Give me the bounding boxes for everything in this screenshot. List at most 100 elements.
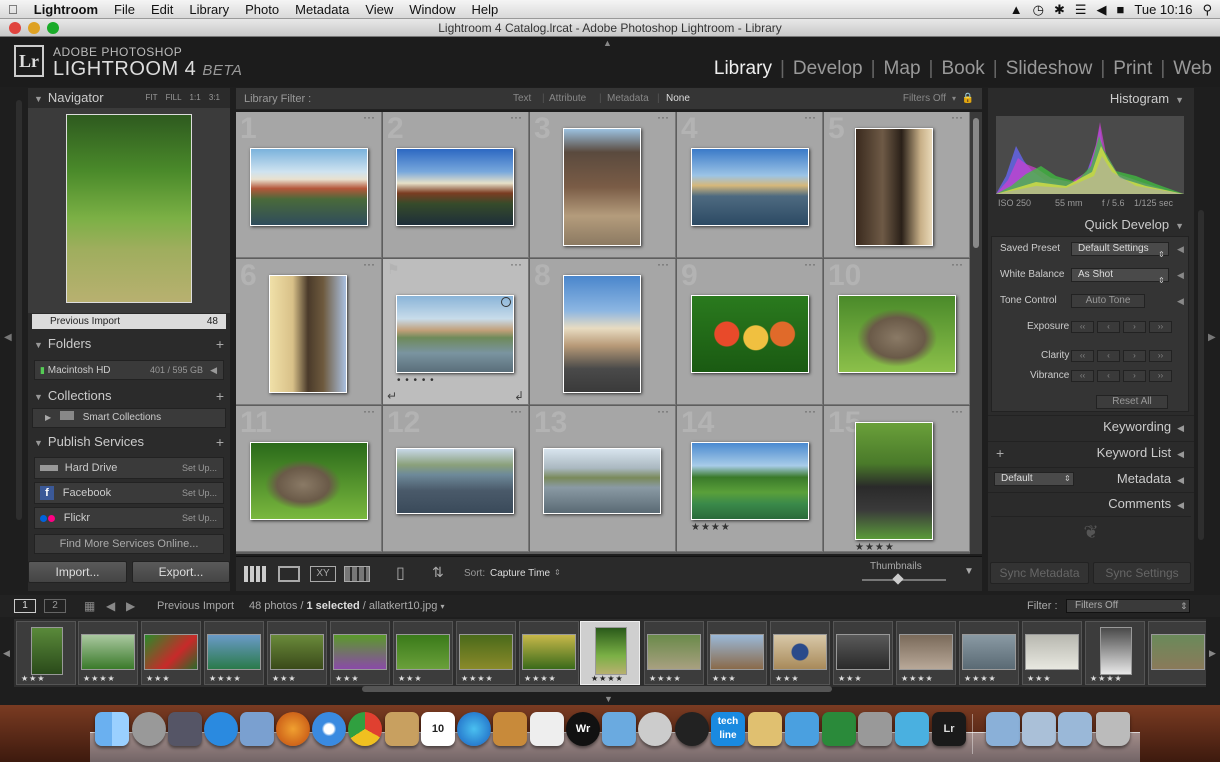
filmstrip-rating[interactable]: ★★★ [1027,674,1052,683]
cell-menu-icon[interactable]: ··· [510,404,522,418]
firefox-icon[interactable] [276,712,310,746]
keywording-header[interactable]: Keywording ◀ [988,415,1194,437]
filmstrip-rating[interactable]: ★★★★ [964,674,997,683]
zoom-fill[interactable]: FILL [166,93,182,102]
filmstrip-thumbnail[interactable] [1100,627,1132,675]
grid-cell[interactable]: 10 ··· [824,257,970,405]
filmstrip-scrollbar[interactable] [362,686,832,692]
histogram-header[interactable]: Histogram ▼ [988,88,1194,110]
zoom-1-1[interactable]: 1:1 [190,93,201,102]
module-book[interactable]: Book [933,58,992,80]
service-flickr-setup[interactable]: Set Up... [182,508,217,528]
rotate-left-icon[interactable]: ↵ [387,389,397,403]
histogram-chart[interactable] [996,116,1184,194]
grid-cell[interactable]: 9 ··· [677,257,823,405]
primary-window-button[interactable]: 1 [14,599,36,613]
apple-icon[interactable]:  [0,2,26,17]
menu-photo[interactable]: Photo [237,2,287,17]
auto-tone-button[interactable]: Auto Tone [1071,294,1145,308]
filmstrip-cell[interactable]: ★★★ [707,621,767,685]
thumbnail-image[interactable] [563,275,641,393]
loupe-view-icon[interactable] [278,566,300,582]
cube-icon[interactable] [785,712,819,746]
cell-menu-icon[interactable]: ··· [804,112,816,124]
collapse-right-icon[interactable]: ▶ [1208,332,1216,343]
script-editor-icon[interactable] [530,712,564,746]
cell-menu-icon[interactable]: ··· [804,404,816,418]
safari-icon[interactable] [312,712,346,746]
cell-menu-icon[interactable]: ··· [804,257,816,271]
compare-view-icon[interactable]: XY [310,566,336,582]
system-preferences-icon[interactable] [858,712,892,746]
grid-scrollbar[interactable] [970,112,982,554]
grid-cell[interactable]: 12 ··· [383,404,529,552]
filmstrip-thumbnail[interactable] [899,634,953,670]
vibrance-double-right-button[interactable]: ›› [1149,370,1172,382]
techline-icon[interactable]: tech line [711,712,745,746]
sync-settings-button[interactable]: Sync Settings [1093,562,1191,584]
grid-cell[interactable]: 11 ··· [236,404,382,552]
service-hard-drive[interactable]: Hard Drive Set Up... [34,457,224,479]
thumbnail-image[interactable] [269,275,347,393]
grid-cell[interactable]: 3 ··· [530,112,676,258]
service-hard-drive-setup[interactable]: Set Up... [182,458,217,478]
dropbox-icon[interactable]: ▲ [1010,2,1023,17]
grid-mini-icon[interactable]: ▦ [84,595,95,617]
clarity-right-button[interactable]: › [1123,350,1146,362]
disk-utility-icon[interactable] [638,712,672,746]
documents-folder-icon[interactable] [1022,712,1056,746]
grid-cell[interactable]: 14 ··· ★★★★ [677,404,823,552]
folders-header[interactable]: ▼ Folders + [28,334,230,354]
itunes-icon[interactable] [457,712,491,746]
launchpad-icon[interactable] [132,712,166,746]
cell-menu-icon[interactable]: ··· [510,112,522,124]
filmstrip-thumbnail[interactable] [396,634,450,670]
thumbnail-image[interactable] [250,442,368,520]
exposure-double-right-button[interactable]: ›› [1149,321,1172,333]
flag-icon[interactable]: ⚑ [387,261,400,278]
cell-menu-icon[interactable]: ··· [363,404,375,418]
spray-can-icon[interactable]: ▯ [396,563,405,583]
filmstrip-thumbnail[interactable] [647,634,701,670]
filmstrip-rating[interactable]: ★★★ [21,674,46,683]
expand-triangle-icon[interactable]: ▶ [45,413,51,422]
applications-folder-icon[interactable] [986,712,1020,746]
module-map[interactable]: Map [876,58,929,80]
toolbar-menu-icon[interactable]: ▼ [964,566,974,577]
clarity-left-button[interactable]: ‹ [1097,350,1120,362]
collapse-left-icon[interactable]: ◀ [4,332,12,343]
grid-cell[interactable]: 8 ··· [530,257,676,405]
filmstrip-cell-selected[interactable]: ★★★★ [580,621,640,685]
app-store-icon[interactable] [204,712,238,746]
sync-metadata-button[interactable]: Sync Metadata [990,562,1089,584]
menu-view[interactable]: View [357,2,401,17]
filmstrip-cell[interactable] [1148,621,1206,685]
leaf-icon[interactable] [822,712,856,746]
thumbnail-image[interactable] [691,295,809,373]
filter-text[interactable]: Text [513,88,531,110]
menu-app-name[interactable]: Lightroom [26,2,106,17]
filmstrip-rating[interactable]: ★★★★ [461,674,494,683]
metadata-preset-stepper-icon[interactable]: ⇕ [1064,472,1071,486]
quick-develop-header[interactable]: Quick Develop ▼ [988,214,1194,236]
filmstrip-thumbnail[interactable] [459,634,513,670]
filmstrip-thumbnail[interactable] [207,634,261,670]
package-icon[interactable] [493,712,527,746]
navigator-header[interactable]: ▼ Navigator FIT FILL 1:1 3:1 [28,88,230,108]
filmstrip-cell[interactable]: ★★★★ [204,621,264,685]
saved-preset-arrow-icon[interactable]: ◀ [1177,236,1184,262]
filmstrip-cell[interactable]: ★★★★ [644,621,704,685]
export-button[interactable]: Export... [132,561,230,583]
system-app-icon[interactable] [602,712,636,746]
module-library[interactable]: Library [706,58,780,80]
thumbnail-image[interactable] [396,148,514,226]
add-keyword-icon[interactable]: + [996,442,1004,464]
cell-menu-icon[interactable]: ··· [657,257,669,271]
cell-menu-icon[interactable]: ··· [657,112,669,124]
filmstrip-right-icon[interactable]: ▶ [1209,648,1216,659]
sort-value[interactable]: Capture Time [490,568,550,579]
rotate-right-icon[interactable]: ↲ [514,389,524,403]
grid-cell[interactable]: 4 ··· [677,112,823,258]
filmstrip-rating[interactable]: ★★★ [146,674,171,683]
filmstrip-cell[interactable]: ★★★★ [1085,621,1145,685]
